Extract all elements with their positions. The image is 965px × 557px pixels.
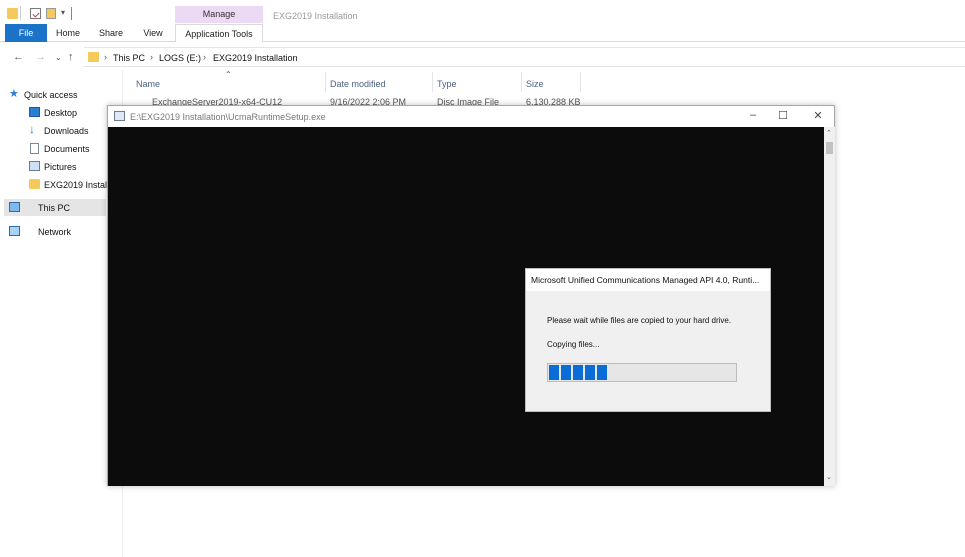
sidebar-item-network[interactable]: Network — [38, 227, 71, 237]
sort-ascending-icon: ⌃ — [225, 70, 232, 79]
window-title: EXG2019 Installation — [273, 11, 358, 21]
scroll-down-icon[interactable]: ⌄ — [826, 473, 832, 481]
pictures-icon — [29, 161, 40, 171]
chevron-down-icon[interactable]: ⌄ — [55, 53, 62, 62]
progress-segment — [573, 365, 583, 380]
minimize-button[interactable]: – — [744, 109, 762, 121]
tab-application-tools[interactable]: Application Tools — [175, 24, 263, 42]
progress-segment — [549, 365, 559, 380]
computer-icon — [9, 202, 20, 212]
folder-icon[interactable] — [7, 8, 18, 19]
contextual-tab-group-manage: Manage — [175, 6, 263, 23]
sidebar-item-downloads[interactable]: Downloads — [44, 126, 89, 136]
back-arrow-icon[interactable]: ← — [13, 51, 24, 63]
scroll-up-icon[interactable]: ⌃ — [826, 129, 832, 137]
progress-segment — [561, 365, 571, 380]
column-header-name[interactable]: Name — [136, 79, 160, 89]
folder-icon — [29, 179, 40, 189]
progress-segment — [597, 365, 607, 380]
sidebar-item-pictures[interactable]: Pictures — [44, 162, 77, 172]
download-arrow-icon: ↓ — [29, 122, 35, 136]
forward-arrow-icon[interactable]: → — [35, 51, 46, 63]
documents-icon — [30, 143, 39, 154]
tab-home[interactable]: Home — [52, 24, 84, 42]
progress-fill — [549, 365, 607, 380]
breadcrumb-separator: › — [203, 52, 206, 62]
dropdown-icon[interactable]: ▾ — [61, 8, 65, 17]
sidebar-item-this-pc[interactable]: This PC — [38, 203, 70, 213]
tab-share[interactable]: Share — [95, 24, 127, 42]
progress-segment — [585, 365, 595, 380]
new-folder-icon[interactable] — [46, 8, 56, 19]
column-separator[interactable] — [521, 72, 522, 92]
folder-icon — [88, 52, 99, 62]
dialog-status: Copying files... — [547, 340, 600, 349]
setup-progress-dialog[interactable]: Microsoft Unified Communications Managed… — [525, 268, 771, 412]
column-separator[interactable] — [432, 72, 433, 92]
dialog-title: Microsoft Unified Communications Managed… — [526, 269, 770, 291]
sidebar-item-quick-access[interactable]: Quick access — [24, 90, 78, 100]
desktop-icon — [29, 107, 40, 117]
breadcrumb-separator: › — [104, 52, 107, 62]
column-header-size[interactable]: Size — [526, 79, 544, 89]
toolbar-divider — [71, 7, 72, 20]
tab-file[interactable]: File — [5, 24, 47, 42]
maximize-button[interactable]: ☐ — [774, 109, 792, 122]
sidebar-item-desktop[interactable]: Desktop — [44, 108, 77, 118]
scroll-thumb[interactable] — [826, 142, 833, 154]
setup-app-icon — [114, 111, 125, 121]
network-icon — [9, 226, 20, 236]
up-arrow-icon[interactable]: ↑ — [68, 51, 74, 63]
breadcrumb-logs-drive[interactable]: LOGS (E:) — [159, 53, 201, 63]
breadcrumb-this-pc[interactable]: This PC — [113, 53, 145, 63]
column-header-date-modified[interactable]: Date modified — [330, 79, 386, 89]
star-icon: ★ — [9, 88, 19, 100]
breadcrumb-exg2019-installation[interactable]: EXG2019 Installation — [213, 53, 298, 63]
column-separator[interactable] — [580, 72, 581, 92]
sidebar-item-documents[interactable]: Documents — [44, 144, 90, 154]
copy-progress-bar — [547, 363, 737, 382]
properties-check-icon[interactable] — [30, 8, 41, 19]
dialog-message: Please wait while files are copied to yo… — [547, 316, 732, 325]
toolbar-divider — [20, 6, 21, 20]
column-separator[interactable] — [325, 72, 326, 92]
tab-view[interactable]: View — [137, 24, 169, 42]
sidebar-item-exg2019-installation[interactable]: EXG2019 Installa — [44, 180, 114, 190]
column-header-type[interactable]: Type — [437, 79, 457, 89]
breadcrumb-separator: › — [150, 52, 153, 62]
console-window-title: E:\EXG2019 Installation\UcmaRuntimeSetup… — [130, 112, 326, 122]
close-button[interactable]: ✕ — [809, 109, 827, 122]
console-scrollbar[interactable]: ⌃ ⌄ — [824, 127, 835, 486]
